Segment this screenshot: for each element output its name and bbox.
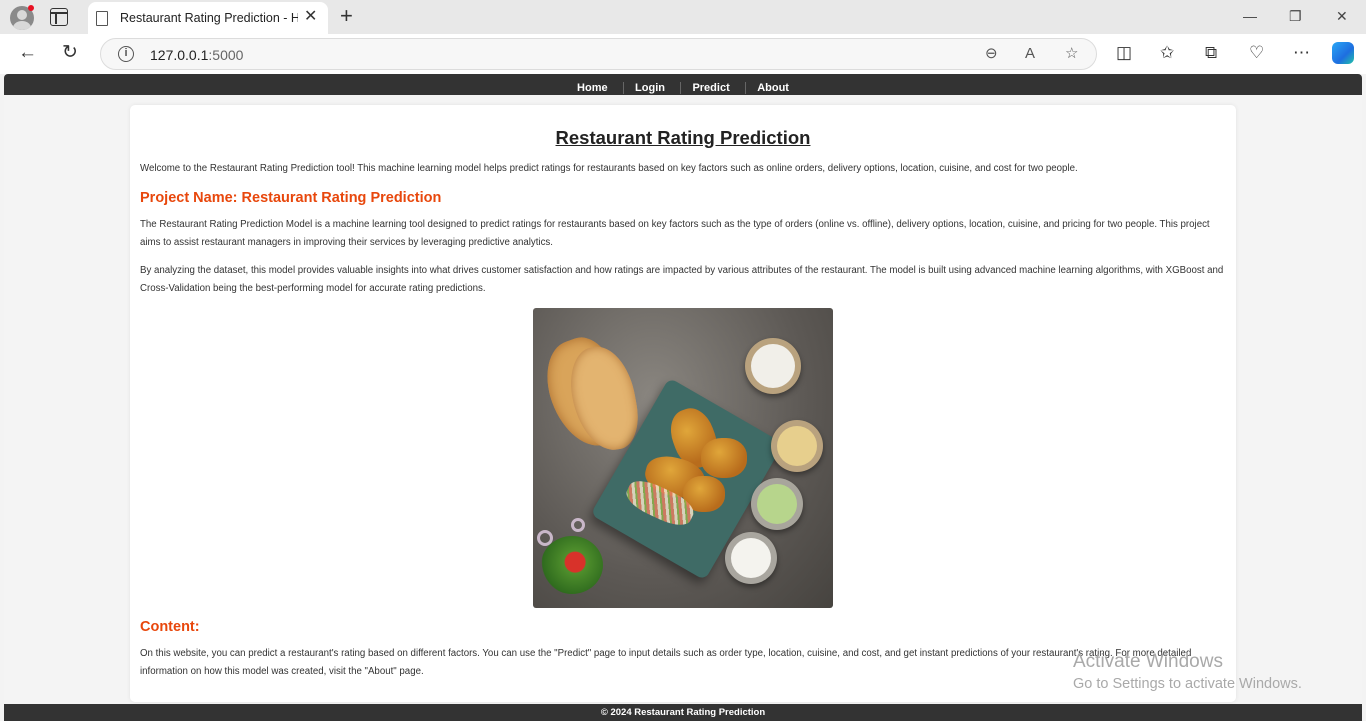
nav-about-link[interactable]: About — [745, 82, 800, 94]
collections-icon[interactable]: ⧉ — [1205, 44, 1217, 62]
restore-button[interactable]: ❐ — [1289, 8, 1302, 24]
nav-predict-link[interactable]: Predict — [680, 82, 740, 94]
reload-button[interactable]: ↻ — [62, 43, 78, 63]
dip-bowl-shape — [751, 478, 803, 530]
dip-bowl-shape — [745, 338, 801, 394]
close-window-button[interactable]: ✕ — [1336, 8, 1348, 24]
site-navbar: Home Login Predict About — [4, 74, 1362, 95]
nav-login-link[interactable]: Login — [623, 82, 676, 94]
dip-bowl-shape — [771, 420, 823, 472]
back-button[interactable]: ← — [18, 43, 37, 63]
food-image — [533, 308, 833, 608]
browser-tab[interactable]: Restaurant Rating Prediction - Ho ✕ — [88, 2, 328, 34]
tab-title: Restaurant Rating Prediction - Ho — [120, 11, 298, 25]
salad-shape — [541, 536, 603, 594]
copilot-icon[interactable] — [1332, 42, 1354, 64]
page-icon — [96, 11, 108, 26]
activate-windows-watermark: Activate Windows Go to Settings to activ… — [1073, 651, 1302, 692]
content-heading: Content: — [140, 619, 200, 635]
url-text[interactable]: 127.0.0.1:5000 — [150, 47, 243, 63]
favorites-icon[interactable]: ✩ — [1160, 44, 1174, 62]
chicken-piece-shape — [701, 438, 747, 478]
browser-tab-bar: Restaurant Rating Prediction - Ho ✕ + — … — [0, 0, 1366, 34]
content-description: On this website, you can predict a resta… — [140, 648, 1192, 677]
tab-actions-icon[interactable] — [50, 8, 68, 26]
read-aloud-icon[interactable]: A — [1025, 46, 1035, 62]
nav-home-link[interactable]: Home — [566, 82, 619, 94]
browser-essentials-icon[interactable]: ♡ — [1249, 44, 1264, 62]
dip-bowl-shape — [725, 532, 777, 584]
minimize-button[interactable]: — — [1243, 8, 1257, 24]
url-port: :5000 — [208, 47, 244, 63]
project-heading: Project Name: Restaurant Rating Predicti… — [140, 190, 442, 206]
watermark-subtitle: Go to Settings to activate Windows. — [1073, 676, 1302, 692]
project-description-2: By analyzing the dataset, this model pro… — [140, 265, 1224, 294]
onion-ring-shape — [571, 518, 585, 532]
split-screen-icon[interactable]: ◫ — [1116, 44, 1132, 62]
content-card: Restaurant Rating Prediction Welcome to … — [130, 105, 1236, 702]
tab-close-icon[interactable]: ✕ — [304, 9, 317, 25]
url-host: 127.0.0.1 — [150, 47, 209, 63]
intro-text: Welcome to the Restaurant Rating Predict… — [140, 163, 1078, 174]
page-title: Restaurant Rating Prediction — [555, 127, 811, 148]
more-icon[interactable]: ⋯ — [1293, 44, 1310, 62]
notification-dot — [28, 5, 34, 11]
favorite-star-icon[interactable]: ☆ — [1065, 46, 1078, 62]
project-description-1: The Restaurant Rating Prediction Model i… — [140, 219, 1210, 248]
page-viewport: Home Login Predict About Restaurant Rati… — [4, 74, 1362, 721]
new-tab-button[interactable]: + — [340, 5, 353, 27]
site-footer: © 2024 Restaurant Rating Prediction — [4, 704, 1362, 721]
zoom-out-icon[interactable]: ⊖ — [985, 46, 998, 62]
naan-bread-shape — [564, 341, 644, 456]
address-bar[interactable]: i 127.0.0.1:5000 ⊖ A ☆ — [100, 38, 1097, 70]
onion-ring-shape — [537, 530, 553, 546]
watermark-title: Activate Windows — [1073, 651, 1223, 672]
site-info-icon[interactable]: i — [118, 46, 134, 62]
